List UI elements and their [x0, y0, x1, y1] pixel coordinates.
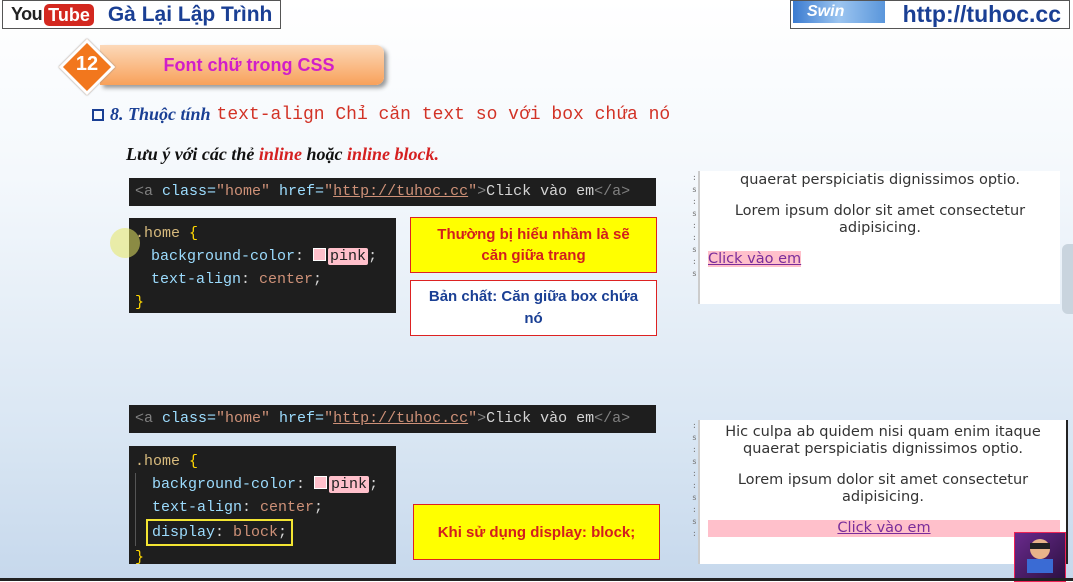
note-part1: Lưu ý với các thẻ [126, 144, 259, 164]
css-brace-open: { [180, 453, 199, 470]
code-quote-open: " [324, 183, 334, 200]
code-link-text: Click vào em [486, 183, 595, 200]
code-href-url: http://tuhoc.cc [333, 183, 469, 200]
code-tag-open: <a [135, 410, 154, 427]
code-class-value: "home" [216, 183, 271, 200]
example1-css-code: .home { background-color: pink; text-ali… [129, 218, 396, 313]
avatar-face-icon [1027, 539, 1053, 573]
css-brace-close: } [135, 294, 145, 311]
css-selector: .home [135, 225, 181, 242]
css-prop-display: display [152, 524, 216, 541]
preview-link-block[interactable]: Click vào em [708, 520, 1060, 537]
heading-italic: 8. Thuộc tính [110, 104, 211, 124]
example2-preview: Hic culpa ab quidem nisi quam enim itaqu… [698, 420, 1068, 564]
site-banner[interactable]: Swin http://tuhoc.cc [790, 0, 1070, 29]
code-attr-href: href= [270, 410, 325, 427]
callout-misconception-text: Thường bị hiểu nhầm là sẽ căn giữa trang [437, 226, 630, 264]
code-link-text: Click vào em [486, 410, 595, 427]
channel-brand: You Tube Gà Lại Lập Trình [2, 0, 281, 29]
pink-swatch-icon [314, 476, 328, 489]
callout-misconception: Thường bị hiểu nhầm là sẽ căn giữa trang [410, 217, 657, 273]
example1-preview: quaerat perspiciatis dignissimos optio. … [698, 171, 1060, 304]
site-logo: Swin [793, 1, 885, 23]
lesson-title-bar: Font chữ trong CSS [100, 45, 384, 85]
lesson-title: Font chữ trong CSS [163, 54, 335, 75]
cursor-highlight [110, 228, 140, 258]
example2-css-code: .home { background-color: pink; text-ali… [129, 446, 396, 566]
preview-link-text[interactable]: Click vào em [837, 520, 930, 536]
ruler-ticks: :s:s::s:s: [692, 421, 697, 538]
youtube-logo-tube: Tube [44, 3, 94, 26]
code-href-url: http://tuhoc.cc [333, 410, 469, 427]
checkbox-bullet-icon [92, 108, 104, 121]
code-quote-close: " [468, 410, 478, 427]
example1-html-code: <a class="home" href="http://tuhoc.cc">C… [129, 178, 656, 206]
top-bar: You Tube Gà Lại Lập Trình Swin http://tu… [0, 0, 1073, 32]
css-val-block: block [233, 524, 279, 541]
pink-swatch-icon [313, 248, 327, 261]
css-prop-background-color: background-color [152, 476, 297, 493]
ruler-ticks: :s:s::s:s [692, 173, 697, 278]
css-val-pink: pink [329, 476, 370, 493]
note-inline: inline [258, 144, 302, 164]
css-val-center: center [260, 499, 315, 516]
code-tag-gt: > [477, 183, 487, 200]
preview-text-line: quaerat perspiciatis dignissimos optio. [740, 172, 1020, 188]
callout-truth: Bản chất: Căn giữa box chứa nó [410, 280, 657, 336]
callout-display-block-text: Khi sử dụng display: block; [437, 523, 636, 541]
note-text: Lưu ý với các thẻ inline hoặc inline blo… [126, 144, 439, 165]
css-prop-text-align: text-align [152, 499, 243, 516]
preview-text-lorem: Lorem ipsum dolor sit amet consectetur a… [737, 472, 1029, 505]
note-part2: hoặc [301, 144, 347, 164]
code-attr-href: href= [270, 183, 325, 200]
code-class-value: "home" [216, 410, 271, 427]
code-attr-class: class= [153, 183, 217, 200]
lesson-number: 12 [75, 53, 99, 75]
heading-code: text-align Chỉ căn text so với box chứa … [216, 104, 671, 125]
code-tag-open: <a [135, 183, 154, 200]
css-prop-text-align: text-align [151, 271, 242, 288]
css-selector: .home [135, 453, 181, 470]
youtube-logo-icon: You Tube [11, 3, 94, 26]
avatar [1014, 532, 1066, 582]
note-inline-block: inline block. [346, 144, 439, 164]
display-block-highlight: display: block; [146, 519, 294, 546]
preview-text-lorem: Lorem ipsum dolor sit amet consectetur a… [734, 203, 1026, 236]
code-attr-class: class= [153, 410, 217, 427]
css-val-center: center [259, 271, 314, 288]
example2-html-code: <a class="home" href="http://tuhoc.cc">C… [129, 405, 656, 433]
code-quote-open: " [324, 410, 334, 427]
section-heading: 8. Thuộc tính text-align Chỉ căn text so… [92, 104, 670, 125]
preview-text-hic: Hic culpa ab quidem nisi quam enim itaqu… [725, 424, 1041, 457]
side-panel-tab[interactable] [1062, 244, 1073, 314]
youtube-logo-you: You [11, 4, 43, 24]
code-tag-gt: > [477, 410, 487, 427]
channel-name: Gà Lại Lập Trình [107, 2, 273, 26]
css-brace-open: { [180, 225, 199, 242]
code-tag-close: </a> [594, 183, 631, 200]
site-url[interactable]: http://tuhoc.cc [903, 1, 1061, 28]
preview-link-inline[interactable]: Click vào em [708, 251, 802, 267]
css-brace-close: } [135, 549, 145, 566]
css-val-pink: pink [328, 248, 369, 265]
code-tag-close: </a> [594, 410, 631, 427]
code-quote-close: " [468, 183, 478, 200]
css-prop-background-color: background-color [151, 248, 296, 265]
lesson-number-badge: 12 [58, 38, 116, 96]
callout-display-block: Khi sử dụng display: block; [413, 504, 660, 560]
callout-truth-text: Bản chất: Căn giữa box chứa nó [428, 288, 639, 327]
